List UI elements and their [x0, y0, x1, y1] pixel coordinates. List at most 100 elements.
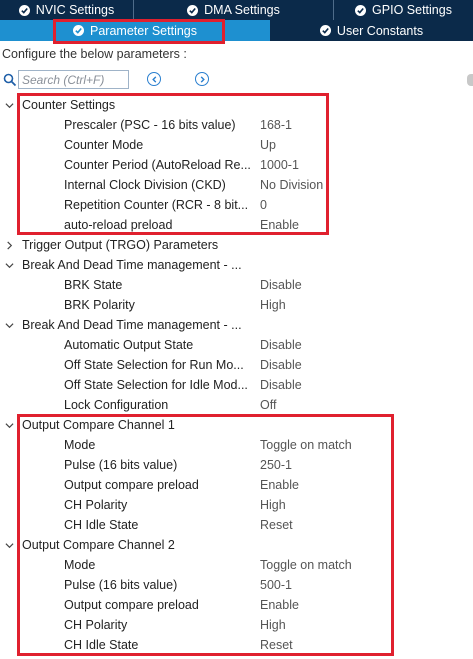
chevron-down-icon[interactable] [5, 421, 14, 430]
check-circle-icon [355, 4, 367, 16]
group-title: Trigger Output (TRGO) Parameters [22, 238, 219, 252]
parameter-value[interactable]: Disable [260, 355, 302, 375]
check-circle-icon [18, 4, 30, 16]
bottom-tab-bar: Parameter Settings User Constants [0, 20, 473, 41]
tab-parameter-settings[interactable]: Parameter Settings [0, 20, 270, 41]
parameter-value[interactable]: Up [260, 135, 276, 155]
parameter-label: Output compare preload [64, 598, 199, 612]
parameter-label: Prescaler (PSC - 16 bits value) [64, 118, 236, 132]
parameter-row[interactable]: CH Idle State Reset [0, 635, 473, 655]
config-instruction: Configure the below parameters : [2, 47, 187, 61]
parameter-value[interactable]: Reset [260, 515, 293, 535]
group-header[interactable]: Break And Dead Time management - ... [0, 255, 473, 275]
parameter-row[interactable]: Prescaler (PSC - 16 bits value) 168-1 [0, 115, 473, 135]
parameter-label: Lock Configuration [64, 398, 169, 412]
parameter-value[interactable]: Disable [260, 375, 302, 395]
search-previous-button[interactable] [147, 72, 161, 86]
parameter-label: Pulse (16 bits value) [64, 578, 178, 592]
parameter-label: Mode [64, 438, 96, 452]
parameter-row[interactable]: Output compare preload Enable [0, 595, 473, 615]
tab-dma-settings[interactable]: DMA Settings [133, 0, 333, 20]
parameter-label: BRK Polarity [64, 298, 135, 312]
parameter-row[interactable]: Off State Selection for Idle Mod... Disab… [0, 375, 473, 395]
parameter-row[interactable]: Mode Toggle on match [0, 555, 473, 575]
check-circle-icon [187, 4, 199, 16]
check-circle-icon [319, 25, 331, 36]
parameter-row[interactable]: Internal Clock Division (CKD) No Division [0, 175, 473, 195]
search-icon [3, 73, 17, 90]
parameter-value[interactable]: 168-1 [260, 115, 292, 135]
parameter-label: Mode [64, 558, 96, 572]
parameter-value[interactable]: Off [260, 395, 276, 415]
group-header[interactable]: Output Compare Channel 1 [0, 415, 473, 435]
parameter-row[interactable]: auto-reload preload Enable [0, 215, 473, 235]
group-header[interactable]: Trigger Output (TRGO) Parameters [0, 235, 473, 255]
chevron-right-icon [199, 75, 206, 83]
parameter-label: Internal Clock Division (CKD) [64, 178, 226, 192]
parameter-value[interactable]: 250-1 [260, 455, 292, 475]
search-next-button[interactable] [195, 72, 209, 86]
parameter-value[interactable]: Toggle on match [260, 435, 352, 455]
chevron-down-icon[interactable] [5, 321, 14, 330]
group-header[interactable]: Counter Settings [0, 95, 473, 115]
parameter-row[interactable]: BRK State Disable [0, 275, 473, 295]
parameter-label: CH Idle State [64, 638, 139, 652]
group-header[interactable]: Break And Dead Time management - ... [0, 315, 473, 335]
parameter-row[interactable]: Lock Configuration Off [0, 395, 473, 415]
tab-gpio-settings[interactable]: GPIO Settings [333, 0, 473, 20]
parameter-row[interactable]: CH Idle State Reset [0, 515, 473, 535]
parameter-value[interactable]: Disable [260, 275, 302, 295]
parameter-label: BRK State [64, 278, 123, 292]
parameter-row[interactable]: Off State Selection for Run Mo... Disable [0, 355, 473, 375]
parameter-value[interactable]: Enable [260, 595, 299, 615]
chevron-down-icon[interactable] [5, 261, 14, 270]
check-circle-icon [73, 25, 84, 36]
parameter-row[interactable]: Counter Period (AutoReload Re... 1000-1 [0, 155, 473, 175]
parameter-row[interactable]: Pulse (16 bits value) 500-1 [0, 575, 473, 595]
group-title: Counter Settings [22, 98, 116, 112]
scrollbar-handle[interactable] [467, 74, 473, 86]
parameter-value[interactable]: Disable [260, 335, 302, 355]
parameter-row[interactable]: CH Polarity High [0, 495, 473, 515]
parameter-row[interactable]: BRK Polarity High [0, 295, 473, 315]
parameter-value[interactable]: Reset [260, 635, 293, 655]
tab-label: User Constants [336, 23, 424, 38]
parameter-value[interactable]: High [260, 615, 286, 635]
parameter-value[interactable]: 500-1 [260, 575, 292, 595]
chevron-down-icon[interactable] [5, 101, 14, 110]
group-title: Break And Dead Time management - ... [22, 258, 242, 272]
tab-nvic-settings[interactable]: NVIC Settings [0, 0, 133, 20]
parameter-value[interactable]: 1000-1 [260, 155, 299, 175]
parameter-row[interactable]: Automatic Output State Disable [0, 335, 473, 355]
parameter-label: Output compare preload [64, 478, 199, 492]
chevron-left-icon [151, 75, 158, 83]
top-tab-bar: NVIC Settings DMA Settings GPIO Settings [0, 0, 473, 20]
parameter-value[interactable]: Enable [260, 215, 299, 235]
parameter-row[interactable]: Repetition Counter (RCR - 8 bit... 0 [0, 195, 473, 215]
group-header[interactable]: Output Compare Channel 2 [0, 535, 473, 555]
parameter-row[interactable]: Pulse (16 bits value) 250-1 [0, 455, 473, 475]
group-title: Output Compare Channel 1 [22, 418, 175, 432]
parameter-value[interactable]: Enable [260, 475, 299, 495]
parameter-label: Counter Mode [64, 138, 144, 152]
tab-label: Parameter Settings [90, 23, 197, 38]
parameter-label: CH Polarity [64, 498, 128, 512]
parameter-value[interactable]: No Division [260, 175, 323, 195]
chevron-right-icon[interactable] [5, 241, 14, 250]
parameter-value[interactable]: High [260, 495, 286, 515]
parameter-row[interactable]: Mode Toggle on match [0, 435, 473, 455]
tab-user-constants[interactable]: User Constants [270, 20, 473, 41]
tab-label: GPIO Settings [372, 3, 452, 17]
tab-label: NVIC Settings [35, 3, 115, 17]
chevron-down-icon[interactable] [5, 541, 14, 550]
parameter-row[interactable]: CH Polarity High [0, 615, 473, 635]
tab-label: DMA Settings [204, 3, 280, 17]
parameter-value[interactable]: 0 [260, 195, 267, 215]
parameter-value[interactable]: Toggle on match [260, 555, 352, 575]
parameter-row[interactable]: Counter Mode Up [0, 135, 473, 155]
parameter-label: CH Polarity [64, 618, 128, 632]
parameter-value[interactable]: High [260, 295, 286, 315]
parameter-row[interactable]: Output compare preload Enable [0, 475, 473, 495]
parameter-label: CH Idle State [64, 518, 139, 532]
search-input[interactable] [18, 70, 129, 89]
